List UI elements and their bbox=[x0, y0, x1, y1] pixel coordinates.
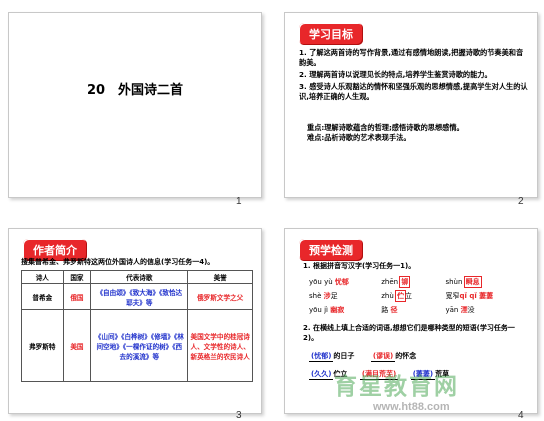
fill-suffix: 的怀念 bbox=[395, 352, 417, 360]
key-points: 重点:理解诗歌蕴含的哲理;感悟诗歌的思想感情。 难点:品析诗歌的艺术表现手法。 bbox=[307, 123, 529, 143]
answer-text: qǐ qǐ 萋萋 bbox=[459, 292, 494, 300]
slide-number: 3 bbox=[236, 410, 242, 421]
objective-item: 1. 了解这两首诗的写作背景,通过有感情地朗读,把握诗歌的节奏美和音韵美。 bbox=[299, 48, 524, 67]
honor-cell: 俄罗斯文学之父 bbox=[187, 283, 253, 310]
honor-cell: 美国文学中的桂冠诗人、文学性的诗人、新英格兰的农民诗人 bbox=[187, 309, 253, 382]
fill-answer: (谬误) bbox=[370, 352, 396, 362]
column-header: 美誉 bbox=[187, 270, 253, 284]
slide-2-thumbnail[interactable]: 学习目标 1. 了解这两首诗的写作背景,通过有感情地朗读,把握诗歌的节奏美和音韵… bbox=[284, 12, 538, 198]
answer-text: 忧郁 bbox=[334, 278, 349, 286]
prefix-text: 宽窄 bbox=[445, 292, 460, 300]
slide-number: 1 bbox=[236, 196, 242, 207]
question-1: 1. 根据拼音写汉字(学习任务一1)。 bbox=[303, 262, 416, 270]
column-header: 诗人 bbox=[21, 270, 64, 284]
prefix-text: 路 bbox=[381, 306, 389, 314]
slide-3-thumbnail[interactable]: 作者简介 搜集普希金、弗罗斯特这两位外国诗人的信息(学习任务一4)。 诗人 国家… bbox=[8, 228, 262, 414]
pinyin-text: yān bbox=[445, 306, 459, 314]
country-cell: 美国 bbox=[62, 309, 92, 382]
column-header: 国家 bbox=[62, 270, 92, 284]
suffix-text: 足 bbox=[330, 292, 338, 300]
pinyin-text: zhù bbox=[381, 292, 394, 300]
suffix-text: 立 bbox=[405, 292, 413, 300]
task-text: 搜集普希金、弗罗斯特这两位外国诗人的信息(学习任务一4)。 bbox=[21, 258, 215, 266]
pinyin-text: yōu jì bbox=[309, 306, 328, 314]
answer-text: 伫 bbox=[395, 290, 407, 302]
answer-text: 幽寂 bbox=[330, 306, 345, 314]
fill-row: (忧郁) 的日子 (谬误) 的怀念 bbox=[309, 351, 416, 362]
key-point: 重点:理解诗歌蕴含的哲理;感悟诗歌的思想感情。 bbox=[307, 123, 464, 132]
fill-answer: (忧郁) bbox=[309, 352, 334, 362]
answer-text: 涉 bbox=[323, 292, 331, 300]
answer-text: 湮 bbox=[460, 306, 468, 314]
pinyin-text: yōu yù bbox=[309, 278, 333, 286]
section-badge: 预学检测 bbox=[299, 239, 363, 261]
pinyin-text: zhēn bbox=[381, 278, 399, 286]
pinyin-row: yōu yù 忧郁 zhēn 铆 shùn 瞬息 bbox=[309, 276, 482, 288]
slide-1-thumbnail[interactable]: 20 外国诗二首 bbox=[8, 12, 262, 198]
pinyin-row: shè 涉足 zhù 伫立 宽窄qǐ qǐ 萋萋 bbox=[309, 290, 494, 302]
fill-answer: (久久) bbox=[309, 370, 334, 380]
slide-1-title: 20 外国诗二首 bbox=[86, 83, 184, 98]
answer-text: 瞬息 bbox=[463, 276, 482, 288]
answer-text: 铆 bbox=[399, 276, 411, 288]
watermark-text: 育星教育网 bbox=[334, 374, 459, 400]
slide-number: 2 bbox=[518, 196, 524, 207]
objectives-list: 1. 了解这两首诗的写作背景,通过有感情地朗读,把握诗歌的节奏美和音韵美。 2.… bbox=[299, 48, 529, 104]
watermark-url: www.ht88.com bbox=[373, 401, 450, 413]
slide-number: 4 bbox=[518, 410, 524, 421]
works-cell: 《自由颂》《致大海》《致恰达耶夫》等 bbox=[90, 283, 189, 310]
objective-item: 3. 感受诗人乐观豁达的情怀和坚强乐观的思想情感,提高学生对人生的认识,培养正确… bbox=[299, 82, 528, 101]
pinyin-text: shè bbox=[309, 292, 322, 300]
table-header-row: 诗人 国家 代表诗歌 美誉 bbox=[21, 270, 253, 284]
pinyin-row: yōu jì 幽寂 路 径 yān 湮没 bbox=[309, 305, 475, 315]
objective-item: 2. 理解两首诗以说理见长的特点,培养学生鉴赏诗歌的能力。 bbox=[299, 70, 492, 79]
poet-cell: 普希金 bbox=[21, 283, 64, 310]
fill-suffix: 的日子 bbox=[333, 352, 355, 360]
authors-table: 诗人 国家 代表诗歌 美誉 普希金 俄国 《自由颂》《致大海》《致恰达耶夫》等 … bbox=[21, 270, 253, 382]
suffix-text: 没 bbox=[467, 306, 475, 314]
poet-cell: 弗罗斯特 bbox=[21, 309, 64, 382]
section-badge: 学习目标 bbox=[299, 23, 363, 45]
difficulty-point: 难点:品析诗歌的艺术表现手法。 bbox=[307, 133, 411, 142]
question-2: 2. 在横线上填上合适的词语,想想它们是哪种类型的短语(学习任务一2)。 bbox=[303, 324, 515, 342]
table-row: 普希金 俄国 《自由颂》《致大海》《致恰达耶夫》等 俄罗斯文学之父 bbox=[21, 283, 253, 310]
works-cell: 《山间》《白桦树》《修墙》《林间空地》《一棵作证的树》《西去的溪流》等 bbox=[90, 309, 189, 382]
table-row: 弗罗斯特 美国 《山间》《白桦树》《修墙》《林间空地》《一棵作证的树》《西去的溪… bbox=[21, 309, 253, 382]
country-cell: 俄国 bbox=[62, 283, 92, 310]
answer-text: 径 bbox=[390, 306, 398, 314]
pinyin-text: shùn bbox=[445, 278, 463, 286]
column-header: 代表诗歌 bbox=[90, 270, 189, 284]
